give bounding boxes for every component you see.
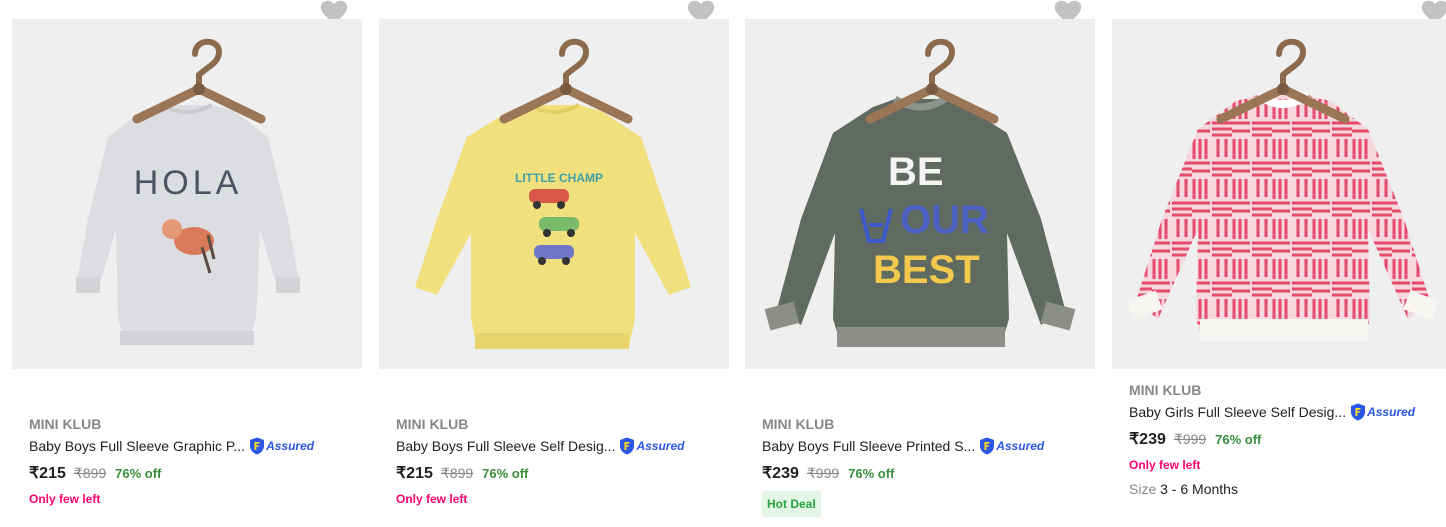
discount: 76% off [482, 466, 529, 481]
hot-deal-badge: Hot Deal [762, 491, 821, 517]
stock-tag: Only few left [396, 492, 468, 506]
assured-badge: Assured [619, 437, 684, 455]
product-card[interactable]: MINI KLUB Baby Girls Full Sleeve Self De… [1112, 0, 1446, 527]
price: ₹239 [1129, 431, 1166, 448]
assured-badge: Assured [979, 437, 1044, 455]
assured-badge: Assured [1350, 403, 1415, 421]
price: ₹239 [762, 465, 799, 482]
original-price: ₹899 [440, 465, 474, 481]
product-card[interactable]: LITTLE CHAMP MINI KLUB Baby Boys Full Sl… [379, 0, 729, 527]
size-value: 3 - 6 Months [1160, 481, 1238, 497]
shield-icon [1350, 403, 1366, 421]
original-price: ₹999 [1173, 431, 1207, 447]
product-brand: MINI KLUB [396, 416, 469, 432]
size-label: Size [1129, 481, 1157, 497]
assured-label: Assured [1367, 405, 1416, 419]
assured-label: Assured [266, 439, 315, 453]
discount: 76% off [115, 466, 162, 481]
stock-tag: Only few left [29, 492, 101, 506]
product-title[interactable]: Baby Boys Full Sleeve Graphic P... [29, 438, 245, 454]
product-brand: MINI KLUB [29, 416, 102, 432]
discount: 76% off [848, 466, 895, 481]
size-info: Size 3 - 6 Months [1129, 481, 1440, 497]
shield-icon [979, 437, 995, 455]
product-image[interactable]: LITTLE CHAMP [379, 19, 729, 369]
original-price: ₹999 [806, 465, 840, 481]
product-title[interactable]: Baby Boys Full Sleeve Self Desig... [396, 438, 615, 454]
shield-icon [619, 437, 635, 455]
original-price: ₹899 [73, 465, 107, 481]
product-title[interactable]: Baby Boys Full Sleeve Printed S... [762, 438, 975, 454]
discount: 76% off [1215, 432, 1262, 447]
product-title[interactable]: Baby Girls Full Sleeve Self Desig... [1129, 404, 1346, 420]
product-card[interactable]: HOLA MINI KLUB Baby Boys Full Sleeve Gra… [12, 0, 362, 527]
assured-label: Assured [636, 439, 685, 453]
stock-tag: Only few left [1129, 458, 1201, 472]
product-brand: MINI KLUB [762, 416, 835, 432]
price: ₹215 [396, 465, 433, 482]
product-brand: MINI KLUB [1129, 382, 1202, 398]
assured-badge: Assured [249, 437, 314, 455]
price: ₹215 [29, 465, 66, 482]
assured-label: Assured [996, 439, 1045, 453]
product-card[interactable]: BE OUR BEST MINI KLUB Baby Boys Full Sle… [745, 0, 1095, 527]
product-image[interactable]: HOLA [12, 19, 362, 369]
product-image[interactable]: BE OUR BEST [745, 19, 1095, 369]
product-image[interactable] [1112, 19, 1446, 369]
shield-icon [249, 437, 265, 455]
